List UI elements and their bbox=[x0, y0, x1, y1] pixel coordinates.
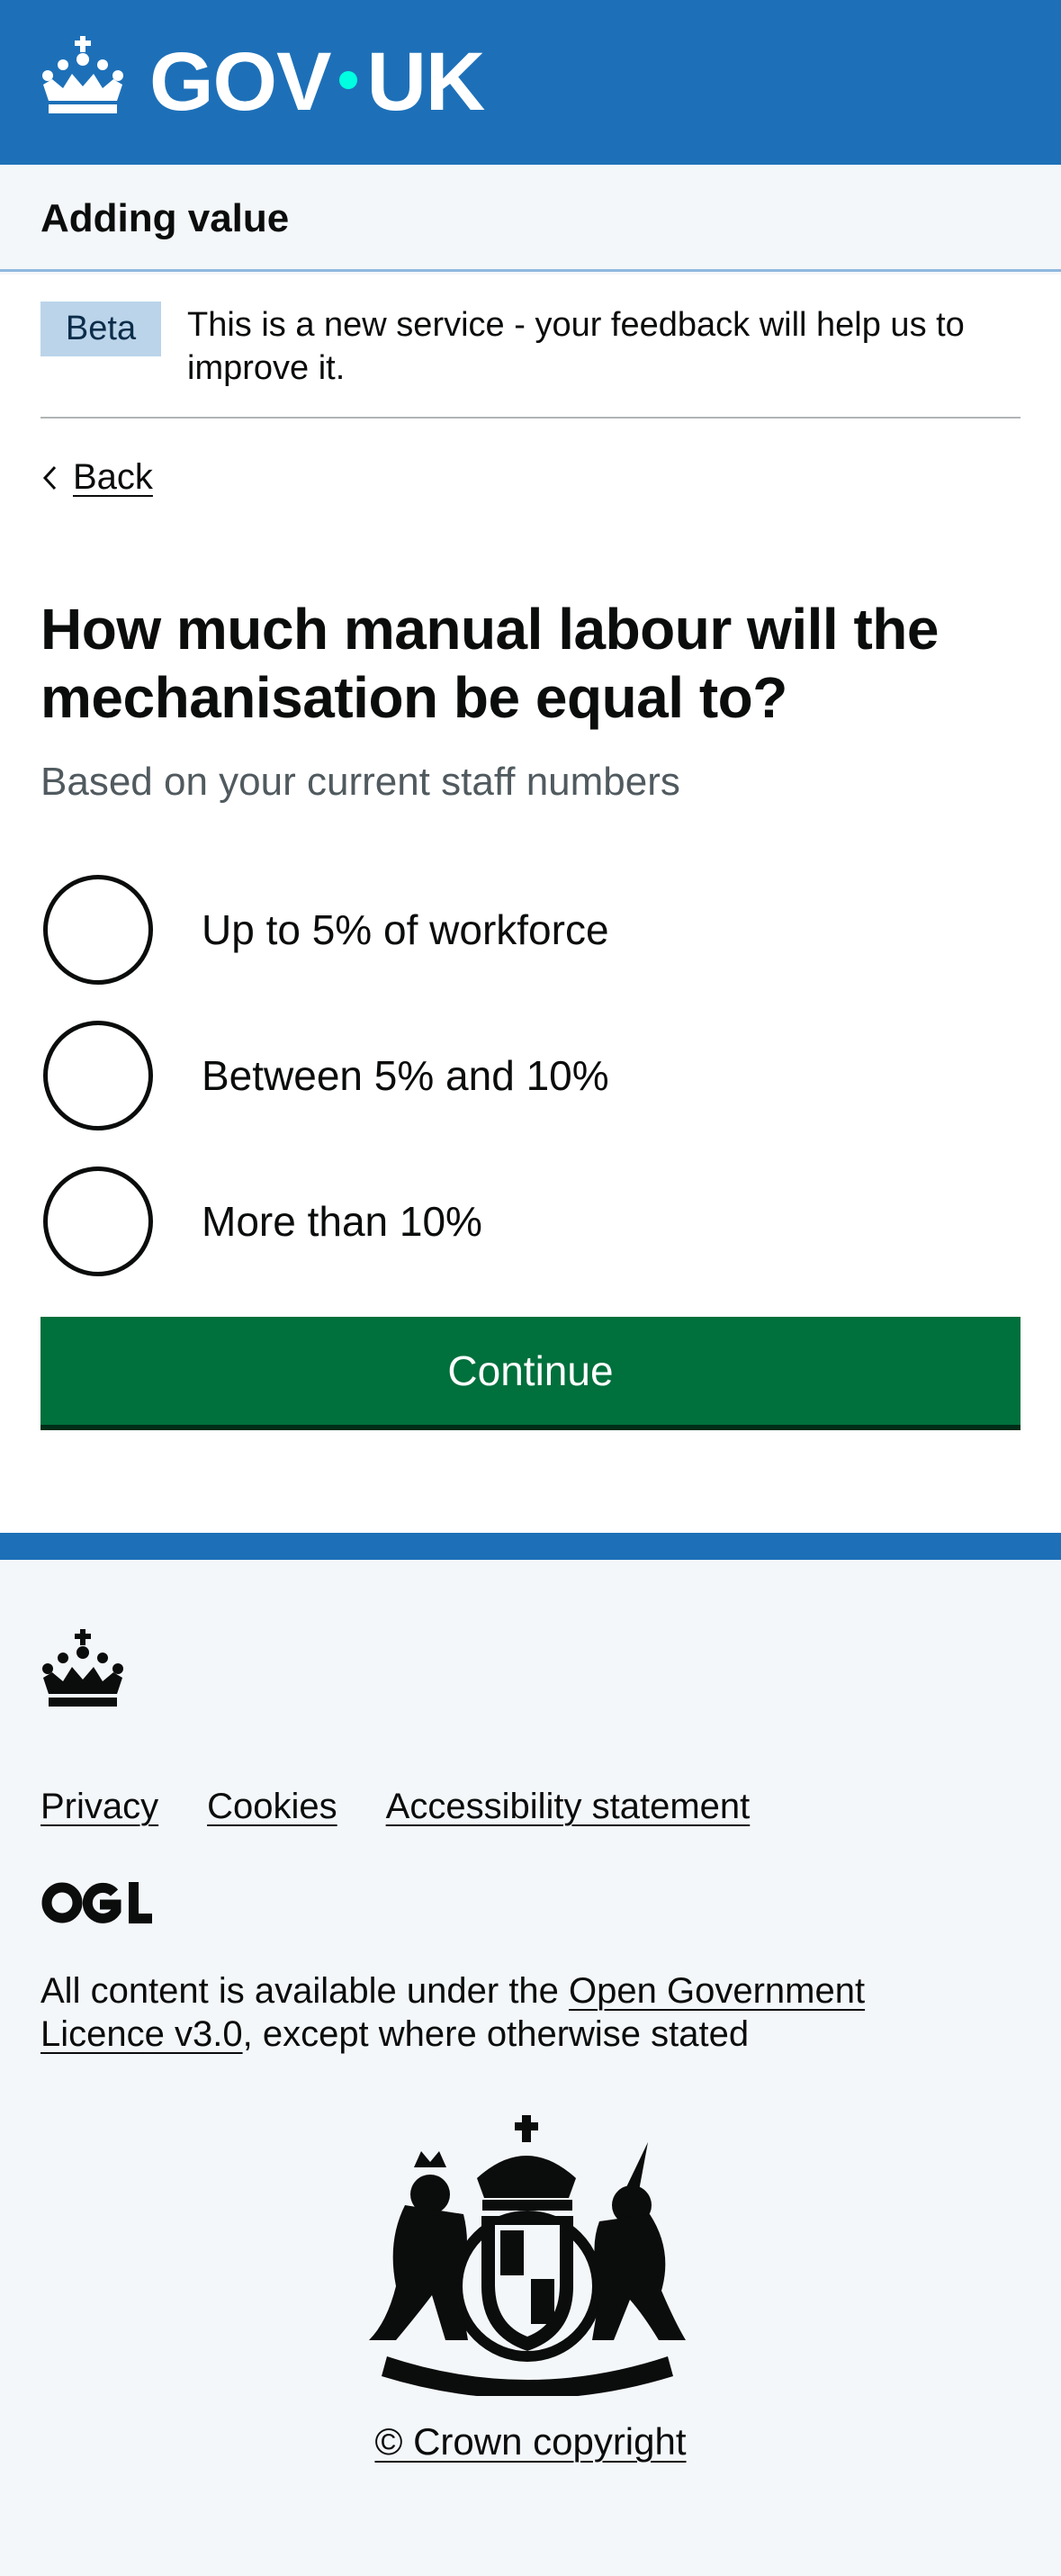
footer-link-privacy[interactable]: Privacy bbox=[40, 1787, 158, 1827]
govuk-footer: Privacy Cookies Accessibility statement … bbox=[0, 1533, 1061, 2576]
service-name[interactable]: Adding value bbox=[40, 195, 289, 243]
question-hint: Based on your current staff numbers bbox=[40, 760, 680, 804]
back-link[interactable]: Back bbox=[40, 457, 153, 498]
govuk-logo-text[interactable]: GOV UK bbox=[149, 32, 485, 131]
crown-icon bbox=[42, 1629, 123, 1707]
copyright: © Crown copyright bbox=[0, 2420, 1061, 2463]
phase-banner: Beta This is a new service - your feedba… bbox=[40, 298, 1021, 419]
radio-button[interactable] bbox=[43, 875, 153, 985]
royal-coat-of-arms-icon bbox=[369, 2115, 686, 2396]
govuk-header: GOV UK bbox=[0, 0, 1061, 165]
main-content: Beta This is a new service - your feedba… bbox=[0, 275, 1061, 1533]
radio-option-5-to-10[interactable]: Between 5% and 10% bbox=[43, 1003, 943, 1148]
radio-label[interactable]: Between 5% and 10% bbox=[202, 1051, 609, 1100]
radio-label[interactable]: Up to 5% of workforce bbox=[202, 905, 609, 954]
crown-icon bbox=[42, 36, 123, 113]
footer-link-cookies[interactable]: Cookies bbox=[207, 1787, 337, 1827]
question-heading: How much manual labour will the mechanis… bbox=[40, 597, 939, 730]
licence-suffix: , except where otherwise stated bbox=[242, 2014, 750, 2054]
back-link-label: Back bbox=[73, 457, 153, 497]
crown-copyright-link[interactable]: © Crown copyright bbox=[374, 2420, 686, 2463]
radio-group: Up to 5% of workforce Between 5% and 10%… bbox=[43, 857, 943, 1294]
licence-prefix: All content is available under the bbox=[40, 1971, 570, 2011]
ogl-logo-icon bbox=[41, 1882, 152, 1923]
radio-option-up-to-5[interactable]: Up to 5% of workforce bbox=[43, 857, 943, 1003]
logo-dot bbox=[339, 71, 358, 89]
continue-button[interactable]: Continue bbox=[40, 1317, 1021, 1425]
beta-tag: Beta bbox=[40, 302, 161, 356]
footer-links: Privacy Cookies Accessibility statement bbox=[40, 1787, 798, 1827]
logo-left: GOV bbox=[149, 36, 331, 128]
licence-text: All content is available under the Open … bbox=[40, 1969, 976, 2056]
service-navigation: Adding value bbox=[0, 165, 1061, 272]
radio-label[interactable]: More than 10% bbox=[202, 1197, 482, 1246]
footer-link-accessibility[interactable]: Accessibility statement bbox=[386, 1787, 751, 1827]
radio-button[interactable] bbox=[43, 1021, 153, 1130]
chevron-left-icon bbox=[42, 465, 57, 490]
logo-right: UK bbox=[366, 36, 485, 128]
phase-banner-text: This is a new service - your feedback wi… bbox=[187, 306, 965, 387]
radio-button[interactable] bbox=[43, 1166, 153, 1276]
radio-option-more-than-10[interactable]: More than 10% bbox=[43, 1148, 943, 1294]
